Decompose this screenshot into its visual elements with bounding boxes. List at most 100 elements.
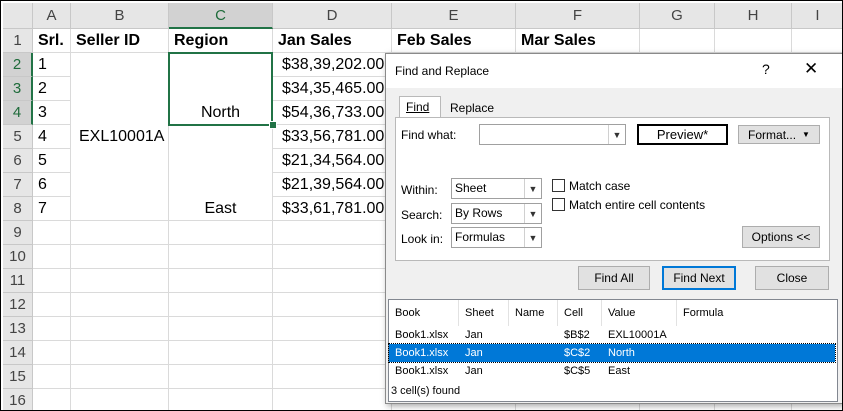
row-header-9[interactable]: 9 xyxy=(3,221,33,245)
result-sheet: Jan xyxy=(465,365,483,377)
search-select[interactable]: By Rows ▼ xyxy=(451,203,542,224)
chevron-down-icon[interactable]: ▼ xyxy=(608,125,625,144)
dialog-titlebar[interactable]: Find and Replace ? ✕ xyxy=(386,54,842,88)
header-jan-sales[interactable]: Jan Sales xyxy=(274,29,356,53)
results-list[interactable]: Book Sheet Name Cell Value Formula Book1… xyxy=(388,299,838,402)
results-col-name[interactable]: Name xyxy=(509,300,558,326)
cell-srl[interactable]: 6 xyxy=(34,173,51,197)
results-row[interactable]: Book1.xlsx Jan $C$5 East xyxy=(389,362,835,380)
row-header-1[interactable]: 1 xyxy=(3,29,33,53)
column-header-d[interactable]: D xyxy=(273,3,392,29)
cell-jan-sales[interactable]: $33,56,781.00 xyxy=(278,125,388,149)
within-select[interactable]: Sheet ▼ xyxy=(451,178,542,199)
row-header-14[interactable]: 14 xyxy=(3,341,33,365)
column-header-b[interactable]: B xyxy=(71,3,169,29)
result-sheet: Jan xyxy=(465,347,483,359)
cell-jan-sales[interactable]: $21,39,564.00 xyxy=(278,173,388,197)
cell-srl[interactable]: 1 xyxy=(34,53,51,77)
tab-replace[interactable]: Replace xyxy=(444,98,500,119)
find-what-input[interactable]: ▼ xyxy=(479,124,626,145)
column-header-a[interactable]: A xyxy=(33,3,71,29)
look-in-select[interactable]: Formulas ▼ xyxy=(451,227,542,248)
tab-find-label: Find xyxy=(406,100,430,114)
chevron-down-icon[interactable]: ▼ xyxy=(524,228,541,247)
result-value: EXL10001A xyxy=(608,329,667,341)
format-button-label: Format... xyxy=(748,127,797,142)
close-icon[interactable]: ✕ xyxy=(804,59,818,79)
find-what-label: Find what: xyxy=(401,128,457,142)
result-value: East xyxy=(608,365,631,377)
result-book: Book1.xlsx xyxy=(395,365,449,377)
column-header-f[interactable]: F xyxy=(516,3,640,29)
column-header-e[interactable]: E xyxy=(392,3,516,29)
cell-jan-sales[interactable]: $33,61,781.00 xyxy=(278,197,388,221)
chevron-down-icon[interactable]: ▼ xyxy=(524,204,541,223)
row-header-6[interactable]: 6 xyxy=(3,149,33,173)
cell-region-east[interactable]: East xyxy=(169,197,272,221)
look-in-value: Formulas xyxy=(455,230,506,244)
cell-srl[interactable]: 5 xyxy=(34,149,51,173)
look-in-label: Look in: xyxy=(401,232,444,246)
cell-srl[interactable]: 4 xyxy=(34,125,51,149)
preview-button[interactable]: Preview* xyxy=(637,124,728,145)
cell-srl[interactable]: 2 xyxy=(34,77,51,101)
header-mar-sales[interactable]: Mar Sales xyxy=(517,29,600,53)
result-cell: $C$5 xyxy=(564,365,591,377)
result-value: North xyxy=(608,347,635,359)
header-srl[interactable]: Srl. xyxy=(34,29,68,53)
results-row-selected[interactable]: Book1.xlsx Jan $C$2 North xyxy=(388,343,836,363)
cell-seller-id[interactable]: EXL10001A xyxy=(75,125,167,149)
find-replace-dialog: Find and Replace ? ✕ Find Replace Find w… xyxy=(385,53,842,404)
results-col-formula[interactable]: Formula xyxy=(677,300,835,326)
cell-srl[interactable]: 3 xyxy=(34,101,51,125)
row-header-12[interactable]: 12 xyxy=(3,293,33,317)
find-all-button[interactable]: Find All xyxy=(578,266,650,290)
tab-replace-label: Replace xyxy=(450,101,495,115)
cell-jan-sales[interactable]: $54,36,733.00 xyxy=(278,101,388,125)
results-col-value[interactable]: Value xyxy=(602,300,677,326)
result-book: Book1.xlsx xyxy=(395,347,449,359)
match-case-checkbox[interactable] xyxy=(552,179,565,192)
active-cell-selection xyxy=(168,52,273,126)
results-status: 3 cell(s) found xyxy=(391,385,461,397)
results-col-book[interactable]: Book xyxy=(389,300,459,326)
row-header-3[interactable]: 3 xyxy=(3,77,33,101)
row-header-10[interactable]: 10 xyxy=(3,245,33,269)
column-header-i[interactable]: I xyxy=(792,3,842,29)
row-header-7[interactable]: 7 xyxy=(3,173,33,197)
results-col-cell[interactable]: Cell xyxy=(558,300,602,326)
results-row[interactable]: Book1.xlsx Jan $B$2 EXL10001A xyxy=(389,326,835,344)
format-button[interactable]: Format... ▼ xyxy=(738,125,820,144)
column-header-h[interactable]: H xyxy=(715,3,792,29)
result-sheet: Jan xyxy=(465,329,483,341)
find-next-button[interactable]: Find Next xyxy=(662,266,736,290)
column-header-g[interactable]: G xyxy=(640,3,715,29)
results-col-sheet[interactable]: Sheet xyxy=(459,300,509,326)
cell-jan-sales[interactable]: $34,35,465.00 xyxy=(278,77,388,101)
cell-jan-sales[interactable]: $21,34,564.00 xyxy=(278,149,388,173)
close-button[interactable]: Close xyxy=(755,266,829,290)
help-icon[interactable]: ? xyxy=(762,61,770,77)
column-header-c[interactable]: C xyxy=(169,3,273,29)
row-header-13[interactable]: 13 xyxy=(3,317,33,341)
match-entire-checkbox[interactable] xyxy=(552,198,565,211)
select-all-corner[interactable] xyxy=(3,3,33,29)
header-region[interactable]: Region xyxy=(170,29,232,53)
row-header-15[interactable]: 15 xyxy=(3,365,33,389)
result-cell: $C$2 xyxy=(564,347,591,359)
chevron-down-icon[interactable]: ▼ xyxy=(524,179,541,198)
fill-handle[interactable] xyxy=(269,121,277,129)
cell-jan-sales[interactable]: $38,39,202.00 xyxy=(278,53,388,77)
row-header-11[interactable]: 11 xyxy=(3,269,33,293)
header-seller-id[interactable]: Seller ID xyxy=(72,29,144,53)
options-button[interactable]: Options << xyxy=(742,226,820,248)
cell-srl[interactable]: 7 xyxy=(34,197,51,221)
chevron-down-icon: ▼ xyxy=(802,130,810,139)
row-header-2[interactable]: 2 xyxy=(3,53,33,77)
row-header-8[interactable]: 8 xyxy=(3,197,33,221)
row-header-4[interactable]: 4 xyxy=(3,101,33,125)
row-header-16[interactable]: 16 xyxy=(3,389,33,410)
excel-window: A B C D E F G H I 1 2 3 4 5 6 7 8 9 10 1… xyxy=(0,0,843,411)
row-header-5[interactable]: 5 xyxy=(3,125,33,149)
header-feb-sales[interactable]: Feb Sales xyxy=(393,29,476,53)
